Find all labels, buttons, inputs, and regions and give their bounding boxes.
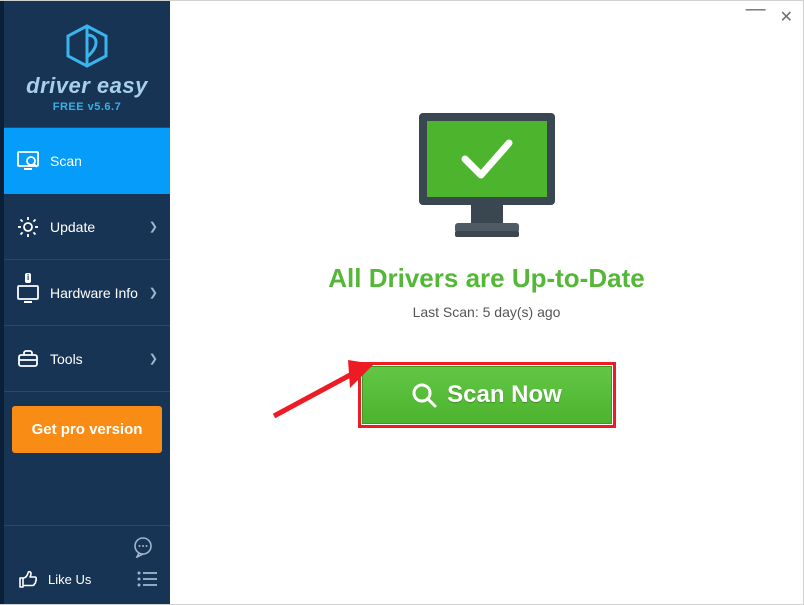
sidebar: driver easy FREE v5.6.7 Scan: [0, 1, 170, 604]
search-icon: [411, 382, 437, 408]
scan-now-button[interactable]: Scan Now: [362, 366, 612, 424]
sidebar-item-tools[interactable]: Tools ❯: [4, 326, 170, 392]
sidebar-item-label: Scan: [50, 153, 158, 169]
sidebar-item-update[interactable]: Update ❯: [4, 194, 170, 260]
status-subtitle: Last Scan: 5 day(s) ago: [413, 304, 561, 320]
minimize-button[interactable]: —: [746, 4, 766, 24]
like-us-label: Like Us: [48, 572, 136, 587]
content: All Drivers are Up-to-Date Last Scan: 5 …: [170, 109, 803, 428]
titlebar: — ✕: [746, 7, 793, 27]
thumbs-up-icon: [16, 568, 40, 590]
brand-name: driver easy: [26, 73, 148, 99]
menu-icon[interactable]: [136, 570, 158, 588]
main-area: — ✕ All Drivers are Up-to-Date Last Scan…: [170, 1, 803, 604]
nav: Scan Update: [4, 128, 170, 392]
sidebar-item-label: Hardware Info: [50, 285, 149, 301]
sidebar-bottom: Like Us: [4, 525, 170, 604]
status-title: All Drivers are Up-to-Date: [328, 263, 644, 294]
chevron-right-icon: ❯: [149, 220, 158, 233]
annotation-highlight-box: Scan Now: [358, 362, 616, 428]
get-pro-button[interactable]: Get pro version: [12, 406, 162, 453]
scan-icon: [16, 151, 40, 171]
sidebar-item-scan[interactable]: Scan: [4, 128, 170, 194]
monitor-check-icon: [413, 109, 561, 241]
chevron-right-icon: ❯: [149, 352, 158, 365]
toolbox-icon: [16, 350, 40, 368]
app-logo-icon: [64, 23, 110, 69]
chevron-right-icon: ❯: [149, 286, 158, 299]
sidebar-item-label: Tools: [50, 351, 149, 367]
like-us-row[interactable]: Like Us: [4, 560, 170, 604]
sidebar-item-label: Update: [50, 219, 149, 235]
brand-version: FREE v5.6.7: [53, 101, 121, 113]
info-badge-icon: i: [25, 273, 31, 283]
gear-icon: [16, 216, 40, 238]
close-button[interactable]: ✕: [780, 7, 793, 27]
sidebar-item-hardware-info[interactable]: i Hardware Info ❯: [4, 260, 170, 326]
monitor-info-icon: [16, 283, 40, 303]
logo-block: driver easy FREE v5.6.7: [4, 1, 170, 128]
scan-button-label: Scan Now: [447, 381, 562, 409]
feedback-icon[interactable]: [4, 526, 170, 560]
